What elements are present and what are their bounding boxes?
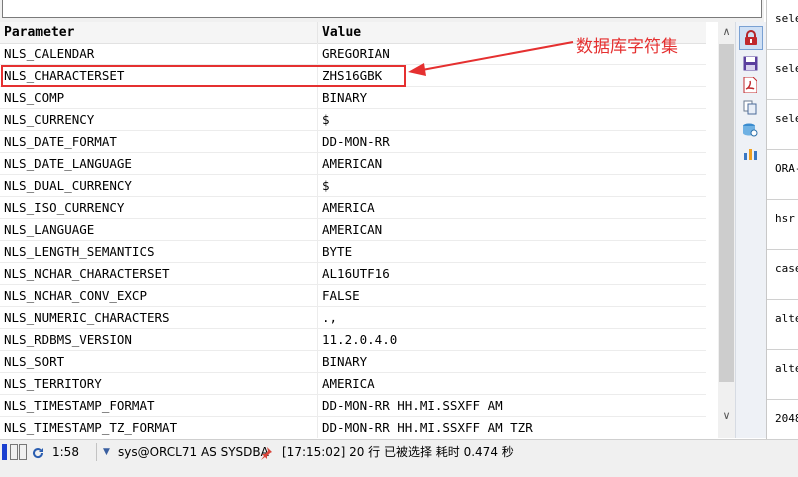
cell-parameter[interactable]: NLS_NCHAR_CHARACTERSET xyxy=(0,263,318,284)
table-row[interactable]: NLS_LANGUAGE AMERICAN xyxy=(0,219,706,241)
cell-value[interactable]: BINARY xyxy=(318,87,706,108)
cell-value[interactable]: $ xyxy=(318,175,706,196)
cell-value[interactable]: BYTE xyxy=(318,241,706,262)
annotation-label: 数据库字符集 xyxy=(576,37,678,57)
table-row[interactable]: NLS_RDBMS_VERSION 11.2.0.4.0 xyxy=(0,329,706,351)
cell-parameter[interactable]: NLS_CALENDAR xyxy=(0,43,318,64)
table-row[interactable]: NLS_TIMESTAMP_FORMAT DD-MON-RR HH.MI.SSXF… xyxy=(0,395,706,417)
cell-value[interactable]: ., xyxy=(318,307,706,328)
cell-value[interactable]: AMERICAN xyxy=(318,219,706,240)
history-entry-text: alte xyxy=(775,362,798,375)
cell-parameter[interactable]: NLS_DATE_LANGUAGE xyxy=(0,153,318,174)
history-entry-text: sele xyxy=(775,62,798,75)
history-entry[interactable]: alte xyxy=(767,300,798,350)
history-entry[interactable]: case xyxy=(767,250,798,300)
cell-parameter[interactable]: NLS_CHARACTERSET xyxy=(0,65,318,86)
cell-value[interactable]: AMERICAN xyxy=(318,153,706,174)
window-bottom-edge xyxy=(0,463,798,477)
save-icon[interactable] xyxy=(741,54,759,72)
cell-value[interactable]: DD-MON-RR HH.MI.SSXFF AM xyxy=(318,395,706,416)
history-entry-text: case xyxy=(775,262,798,275)
status-separator xyxy=(96,443,97,461)
query-icon[interactable] xyxy=(741,121,759,139)
status-indicator-box xyxy=(19,444,27,460)
table-row[interactable]: NLS_NCHAR_CONV_EXCP FALSE xyxy=(0,285,706,307)
table-row[interactable]: NLS_DATE_FORMAT DD-MON-RR xyxy=(0,131,706,153)
table-row[interactable]: NLS_COMP BINARY xyxy=(0,87,706,109)
cell-value[interactable]: ZHS16GBK xyxy=(318,65,706,86)
cursor-position: 1:58 xyxy=(52,445,79,459)
connection-dropdown-icon[interactable]: ▼ xyxy=(103,440,110,464)
scroll-up-arrow[interactable]: ∧ xyxy=(718,22,735,42)
table-row[interactable]: NLS_LENGTH_SEMANTICS BYTE xyxy=(0,241,706,263)
scroll-down-arrow[interactable]: ∨ xyxy=(718,406,735,426)
lock-icon[interactable] xyxy=(739,26,763,50)
copy-icon[interactable] xyxy=(741,98,759,116)
cell-parameter[interactable]: NLS_COMP xyxy=(0,87,318,108)
table-row[interactable]: NLS_DUAL_CURRENCY $ xyxy=(0,175,706,197)
cell-parameter[interactable]: NLS_TERRITORY xyxy=(0,373,318,394)
status-bar: 1:58 ▼ sys@ORCL71 AS SYSDBA [17:15:02] 2… xyxy=(0,439,798,464)
table-row[interactable]: NLS_NUMERIC_CHARACTERS., xyxy=(0,307,706,329)
history-entry[interactable]: ORA- xyxy=(767,150,798,200)
status-message: [17:15:02] 20 行 已被选择 耗时 0.474 秒 xyxy=(282,445,514,459)
connection-label[interactable]: sys@ORCL71 AS SYSDBA xyxy=(118,440,269,464)
cell-value[interactable]: FALSE xyxy=(318,285,706,306)
cell-value[interactable]: AMERICA xyxy=(318,373,706,394)
cell-value[interactable]: DD-MON-RR xyxy=(318,131,706,152)
pin-icon[interactable] xyxy=(259,440,273,464)
history-entry[interactable]: alte xyxy=(767,350,798,400)
cell-parameter[interactable]: NLS_RDBMS_VERSION xyxy=(0,329,318,350)
cell-parameter[interactable]: NLS_TIMESTAMP_TZ_FORMAT xyxy=(0,417,318,438)
cell-value[interactable]: DD-MON-RR HH.MI.SSXFF AM TZR xyxy=(318,417,706,438)
table-row[interactable]: NLS_CHARACTERSET ZHS16GBK xyxy=(0,65,706,87)
column-header-parameter[interactable]: Parameter xyxy=(0,22,318,43)
cell-parameter[interactable]: NLS_NCHAR_CONV_EXCP xyxy=(0,285,318,306)
history-entry-text: alte xyxy=(775,312,798,325)
sql-editor-strip[interactable] xyxy=(2,0,762,18)
history-entry-text: hsr xyxy=(775,212,795,225)
grid-toolbar xyxy=(735,22,766,438)
cell-parameter[interactable]: NLS_LANGUAGE xyxy=(0,219,318,240)
history-entry-text: ORA- xyxy=(775,162,798,175)
refresh-icon[interactable] xyxy=(32,440,44,464)
pdf-icon[interactable] xyxy=(741,76,759,94)
history-entry[interactable]: hsr xyxy=(767,200,798,250)
table-row[interactable]: NLS_SORT BINARY xyxy=(0,351,706,373)
cell-value[interactable]: AL16UTF16 xyxy=(318,263,706,284)
history-entry[interactable]: sele xyxy=(767,100,798,150)
table-row[interactable]: NLS_ISO_CURRENCY AMERICA xyxy=(0,197,706,219)
results-grid[interactable]: Parameter Value NLS_CALENDAR GREGORIAN NLS… xyxy=(0,22,706,438)
table-row[interactable]: NLS_TERRITORY AMERICA xyxy=(0,373,706,395)
history-entry[interactable]: sele xyxy=(767,0,798,50)
table-row[interactable]: NLS_NCHAR_CHARACTERSET AL16UTF16 xyxy=(0,263,706,285)
cell-value[interactable]: BINARY xyxy=(318,351,706,372)
vertical-scrollbar[interactable]: ∧ ∨ xyxy=(718,22,735,438)
table-row[interactable]: NLS_DATE_LANGUAGE AMERICAN xyxy=(0,153,706,175)
cell-parameter[interactable]: NLS_CURRENCY xyxy=(0,109,318,130)
cell-parameter[interactable]: NLS_SORT xyxy=(0,351,318,372)
scroll-thumb[interactable] xyxy=(719,44,734,382)
chart-icon[interactable] xyxy=(741,144,759,162)
cell-parameter[interactable]: NLS_NUMERIC_CHARACTERS xyxy=(0,307,318,328)
cell-parameter[interactable]: NLS_ISO_CURRENCY xyxy=(0,197,318,218)
history-entry-text: sele xyxy=(775,112,798,125)
cell-value[interactable]: 11.2.0.4.0 xyxy=(318,329,706,350)
status-indicator xyxy=(2,444,7,460)
table-row[interactable]: NLS_CURRENCY $ xyxy=(0,109,706,131)
top-bar xyxy=(0,0,764,22)
right-sql-history-panel[interactable]: sele sele sele ORA-hsr case alte alte 2048 xyxy=(766,0,798,460)
cell-value[interactable]: AMERICA xyxy=(318,197,706,218)
cell-value[interactable]: $ xyxy=(318,109,706,130)
cell-parameter[interactable]: NLS_TIMESTAMP_FORMAT xyxy=(0,395,318,416)
status-indicator-box xyxy=(10,444,18,460)
table-row[interactable]: NLS_TIMESTAMP_TZ_FORMAT DD-MON-RR HH.MI.S… xyxy=(0,417,706,438)
history-entry-text: sele xyxy=(775,12,798,25)
cell-parameter[interactable]: NLS_LENGTH_SEMANTICS xyxy=(0,241,318,262)
cell-parameter[interactable]: NLS_DATE_FORMAT xyxy=(0,131,318,152)
cell-parameter[interactable]: NLS_DUAL_CURRENCY xyxy=(0,175,318,196)
history-entry[interactable]: sele xyxy=(767,50,798,100)
history-entry-text: 2048 xyxy=(775,412,798,425)
